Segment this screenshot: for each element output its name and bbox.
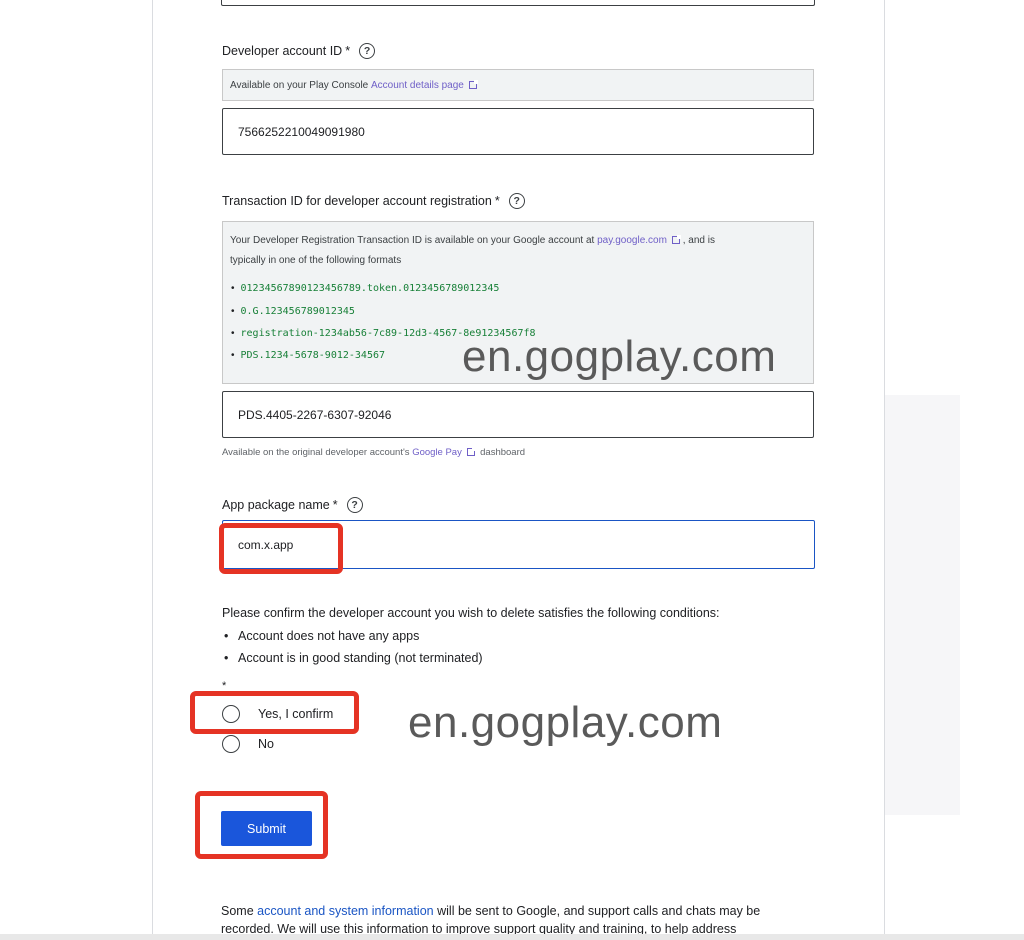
highlight-submit-box bbox=[195, 791, 328, 859]
format-item: • 0.G.123456789012345 bbox=[231, 306, 355, 317]
transaction-info-line2: typically in one of the following format… bbox=[230, 255, 402, 266]
format-item: • PDS.1234-5678-9012-34567 bbox=[231, 350, 386, 361]
radio-no[interactable]: No bbox=[222, 735, 274, 753]
format-item: • 01234567890123456789.token.012345678901… bbox=[231, 283, 500, 294]
watermark-text: en.gogplay.com bbox=[408, 698, 723, 747]
app-package-label: App package name * ? bbox=[222, 496, 363, 513]
background-shade bbox=[885, 395, 960, 815]
external-link-icon bbox=[468, 80, 478, 89]
radio-unchecked-icon[interactable] bbox=[222, 735, 240, 753]
bottom-scroll-bar bbox=[0, 934, 1024, 940]
condition-item: • Account is in good standing (not termin… bbox=[224, 651, 483, 665]
account-system-info-link[interactable]: account and system information bbox=[257, 904, 433, 918]
transaction-info-line1: Your Developer Registration Transaction … bbox=[230, 235, 715, 246]
developer-account-info: Available on your Play Console Account d… bbox=[222, 69, 814, 101]
google-pay-link[interactable]: Google Pay bbox=[412, 447, 462, 458]
google-pay-note: Available on the original developer acco… bbox=[222, 447, 526, 458]
conditions-intro: Please confirm the developer account you… bbox=[222, 606, 720, 620]
transaction-id-input[interactable]: PDS.4405-2267-6307-92046 bbox=[222, 391, 814, 438]
external-link-icon bbox=[671, 235, 681, 245]
help-circle-icon[interactable]: ? bbox=[359, 42, 376, 59]
transaction-id-label: Transaction ID for developer account reg… bbox=[222, 192, 525, 209]
developer-account-id-input[interactable]: 7566252210049091980 bbox=[222, 108, 814, 155]
highlight-confirm-box bbox=[190, 691, 359, 734]
condition-item: • Account does not have any apps bbox=[224, 629, 420, 643]
developer-account-id-label: Developer account ID * ? bbox=[222, 42, 376, 59]
pay-google-link[interactable]: pay.google.com bbox=[597, 235, 667, 246]
previous-input[interactable] bbox=[221, 0, 815, 6]
external-link-icon bbox=[466, 447, 476, 457]
highlight-package-box bbox=[219, 523, 343, 574]
account-details-link[interactable]: Account details page bbox=[371, 80, 464, 91]
watermark-text: en.gogplay.com bbox=[462, 332, 777, 381]
footer-disclaimer: Some account and system information will… bbox=[221, 904, 761, 936]
help-circle-icon[interactable]: ? bbox=[508, 192, 525, 209]
help-circle-icon[interactable]: ? bbox=[346, 496, 363, 513]
